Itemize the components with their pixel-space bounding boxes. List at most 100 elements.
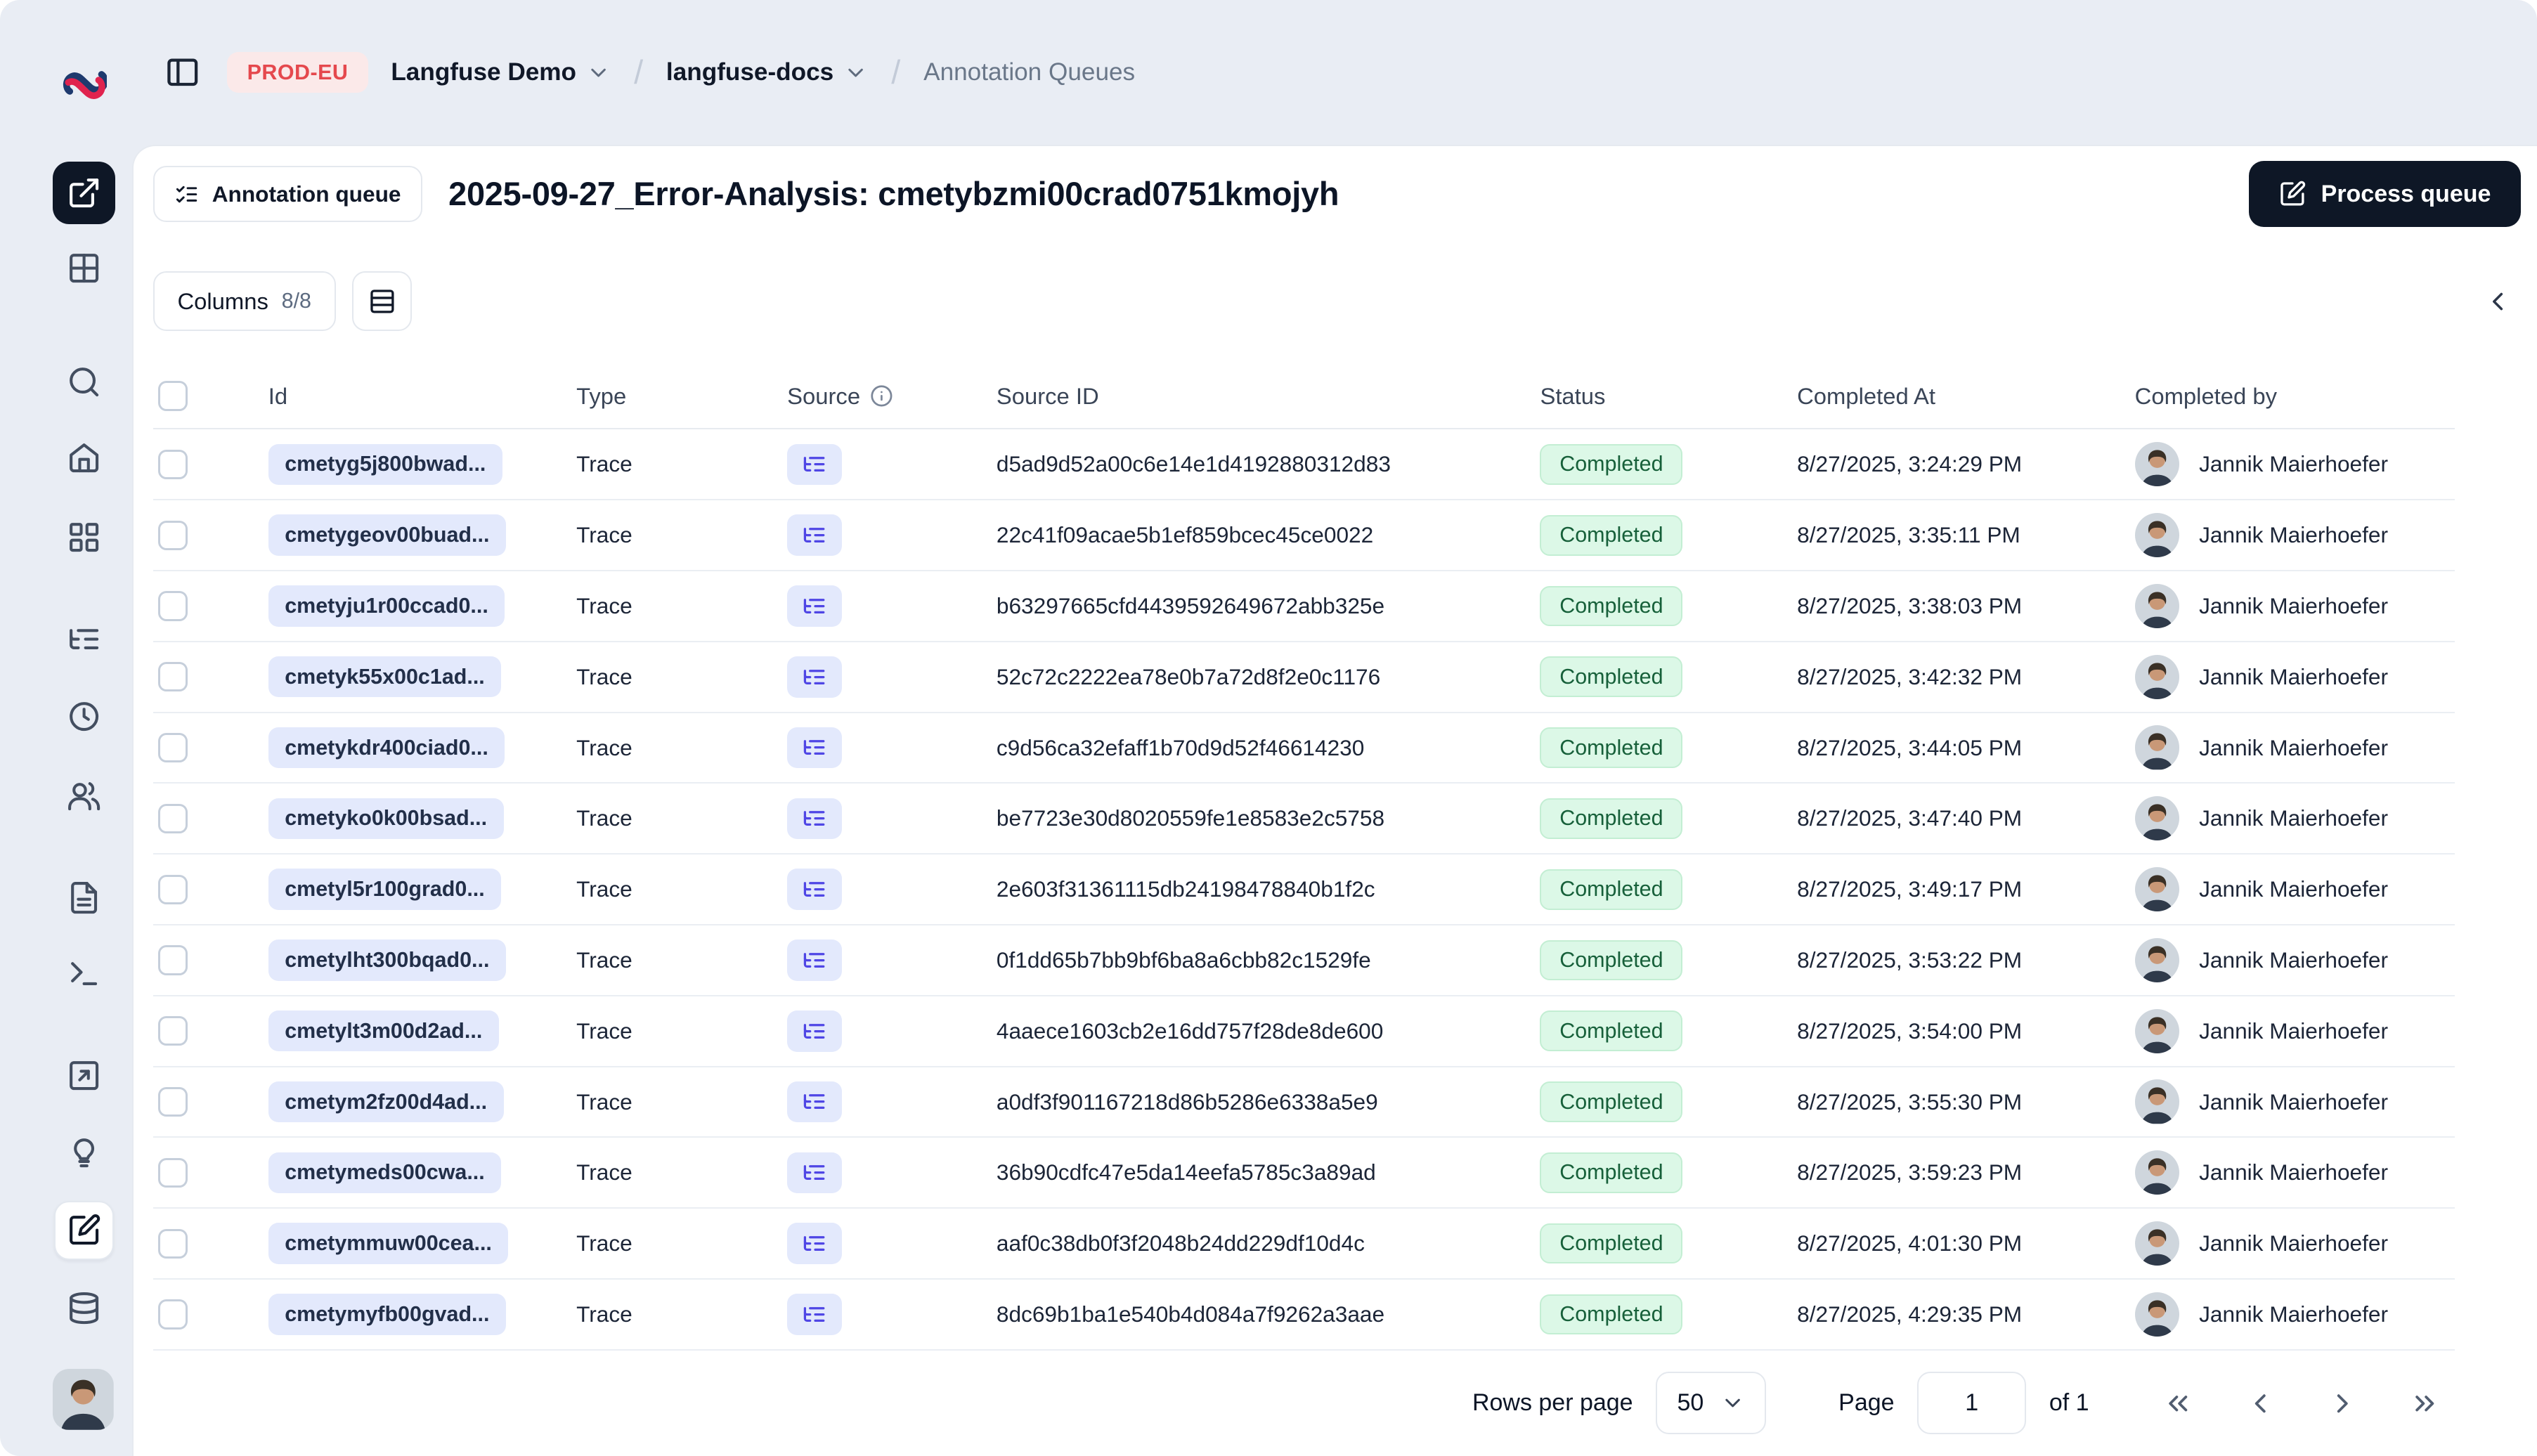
table-row[interactable]: cmetyk55x00c1ad... Trace 52c72c2222ea78e… xyxy=(153,642,2455,713)
table-row[interactable]: cmetylt3m00d2ad... Trace 4aaece1603cb2e1… xyxy=(153,996,2455,1067)
previous-page-button[interactable] xyxy=(2240,1384,2280,1423)
row-checkbox[interactable] xyxy=(157,591,188,621)
item-id-link[interactable]: cmetymeds00cwa... xyxy=(268,1152,502,1194)
trace-source-icon[interactable] xyxy=(787,1223,842,1264)
item-id-link[interactable]: cmetyju1r00ccad0... xyxy=(268,585,505,627)
select-all-checkbox[interactable] xyxy=(157,381,188,411)
row-checkbox[interactable] xyxy=(157,1299,188,1330)
item-id-link[interactable]: cmetym2fz00d4ad... xyxy=(268,1081,504,1123)
completed-at-cell: 8/27/2025, 4:01:30 PM xyxy=(1797,1230,2023,1256)
table-row[interactable]: cmetymeds00cwa... Trace 36b90cdfc47e5da1… xyxy=(153,1138,2455,1209)
row-checkbox[interactable] xyxy=(157,449,188,479)
table-row[interactable]: cmetykdr400ciad0... Trace c9d56ca32efaff… xyxy=(153,713,2455,784)
trace-source-icon[interactable] xyxy=(787,443,842,486)
trace-source-icon[interactable] xyxy=(787,869,842,910)
process-queue-button[interactable]: Process queue xyxy=(2248,161,2521,228)
last-page-button[interactable] xyxy=(2406,1384,2445,1423)
row-checkbox[interactable] xyxy=(157,945,188,975)
user-avatar[interactable] xyxy=(53,1369,114,1430)
table-footer: Rows per page 50 Page of 1 xyxy=(153,1351,2445,1456)
collapse-panel-button[interactable] xyxy=(2474,278,2521,325)
row-checkbox[interactable] xyxy=(157,662,188,692)
terminal-icon[interactable] xyxy=(54,944,113,1003)
lightbulb-icon[interactable] xyxy=(54,1124,113,1183)
item-id-link[interactable]: cmetygeov00buad... xyxy=(268,514,506,556)
column-header-id[interactable]: Id xyxy=(268,383,576,410)
row-checkbox[interactable] xyxy=(157,1228,188,1259)
item-id-link[interactable]: cmetyg5j800bwad... xyxy=(268,443,502,486)
sidebar-toggle-icon[interactable] xyxy=(162,51,205,94)
first-page-button[interactable] xyxy=(2158,1384,2198,1423)
table-row[interactable]: cmetyju1r00ccad0... Trace b63297665cfd44… xyxy=(153,571,2455,642)
trace-source-icon[interactable] xyxy=(787,798,842,840)
main-panel: Annotation queue 2025-09-27_Error-Analys… xyxy=(131,145,2537,1456)
source-header-label: Source xyxy=(787,382,861,409)
column-header-source[interactable]: Source xyxy=(787,383,997,410)
table-row[interactable]: cmetym2fz00d4ad... Trace a0df3f901167218… xyxy=(153,1067,2455,1138)
users-icon[interactable] xyxy=(54,766,113,825)
process-queue-label: Process queue xyxy=(2321,180,2491,207)
table-row[interactable]: cmetylht300bqad0... Trace 0f1dd65b7bb9bf… xyxy=(153,925,2455,996)
layout-grid-icon[interactable] xyxy=(54,507,113,566)
row-checkbox[interactable] xyxy=(157,803,188,833)
file-text-icon[interactable] xyxy=(54,868,113,927)
row-height-button[interactable] xyxy=(352,271,412,331)
source-id-cell: 52c72c2222ea78e0b7a72d8f2e0c1176 xyxy=(996,663,1381,689)
row-checkbox[interactable] xyxy=(157,520,188,550)
item-id-link[interactable]: cmetymmuw00cea... xyxy=(268,1223,509,1264)
database-icon[interactable] xyxy=(54,1278,113,1337)
project-switcher[interactable]: langfuse-docs xyxy=(666,58,869,86)
langfuse-logo[interactable] xyxy=(61,63,108,109)
square-pen-icon[interactable] xyxy=(54,1200,114,1261)
trace-source-icon[interactable] xyxy=(787,1152,842,1194)
item-id-link[interactable]: cmetyk55x00c1ad... xyxy=(268,656,502,698)
column-header-type[interactable]: Type xyxy=(576,383,787,410)
list-tree-icon[interactable] xyxy=(54,609,113,668)
table-row[interactable]: cmetymmuw00cea... Trace aaf0c38db0f3f204… xyxy=(153,1209,2455,1280)
environment-badge[interactable]: PROD-EU xyxy=(227,51,368,93)
external-link-icon[interactable] xyxy=(53,161,116,224)
column-header-source-id[interactable]: Source ID xyxy=(997,383,1540,410)
completed-at-cell: 8/27/2025, 3:53:22 PM xyxy=(1797,947,2023,973)
org-switcher[interactable]: Langfuse Demo xyxy=(391,58,611,86)
row-checkbox[interactable] xyxy=(157,1086,188,1117)
row-checkbox[interactable] xyxy=(157,1016,188,1046)
item-id-link[interactable]: cmetykdr400ciad0... xyxy=(268,727,505,769)
item-id-link[interactable]: cmetyl5r100grad0... xyxy=(268,869,502,910)
trace-source-icon[interactable] xyxy=(787,656,842,698)
trace-source-icon[interactable] xyxy=(787,1010,842,1052)
next-page-button[interactable] xyxy=(2323,1384,2362,1423)
table-row[interactable]: cmetyg5j800bwad... Trace d5ad9d52a00c6e1… xyxy=(153,429,2455,501)
page-number-input[interactable] xyxy=(1917,1372,2027,1435)
column-header-status[interactable]: Status xyxy=(1540,383,1797,410)
row-checkbox[interactable] xyxy=(157,732,188,763)
trace-source-icon[interactable] xyxy=(787,585,842,627)
home-icon[interactable] xyxy=(54,428,113,487)
info-icon[interactable] xyxy=(870,384,893,408)
trace-source-icon[interactable] xyxy=(787,940,842,981)
trace-source-icon[interactable] xyxy=(787,727,842,769)
square-arrow-up-right-icon[interactable] xyxy=(54,1046,113,1105)
table-icon[interactable] xyxy=(54,239,113,298)
table-row[interactable]: cmetymyfb00gvad... Trace 8dc69b1ba1e540b… xyxy=(153,1280,2455,1351)
item-id-link[interactable]: cmetylt3m00d2ad... xyxy=(268,1010,499,1052)
table-row[interactable]: cmetyko0k00bsad... Trace be7723e30d80205… xyxy=(153,784,2455,855)
item-id-link[interactable]: cmetyko0k00bsad... xyxy=(268,798,504,840)
source-id-cell: d5ad9d52a00c6e14e1d4192880312d83 xyxy=(996,451,1391,477)
clock-icon[interactable] xyxy=(54,687,113,746)
trace-source-icon[interactable] xyxy=(787,1294,842,1335)
column-header-completed-by[interactable]: Completed by xyxy=(2122,383,2455,410)
row-checkbox[interactable] xyxy=(157,1157,188,1188)
table-row[interactable]: cmetygeov00buad... Trace 22c41f09acae5b1… xyxy=(153,500,2455,572)
trace-source-icon[interactable] xyxy=(787,1081,842,1123)
trace-source-icon[interactable] xyxy=(787,514,842,556)
item-id-link[interactable]: cmetymyfb00gvad... xyxy=(268,1294,506,1335)
rows-per-page-select[interactable]: 50 xyxy=(1656,1372,1767,1435)
table-row[interactable]: cmetyl5r100grad0... Trace 2e603f31361115… xyxy=(153,854,2455,926)
row-checkbox[interactable] xyxy=(157,874,188,904)
search-icon[interactable] xyxy=(54,353,113,412)
column-header-completed-at[interactable]: Completed At xyxy=(1797,383,2122,410)
completed-at-cell: 8/27/2025, 3:49:17 PM xyxy=(1797,876,2023,902)
item-id-link[interactable]: cmetylht300bqad0... xyxy=(268,940,506,981)
columns-button[interactable]: Columns 8/8 xyxy=(153,271,336,331)
